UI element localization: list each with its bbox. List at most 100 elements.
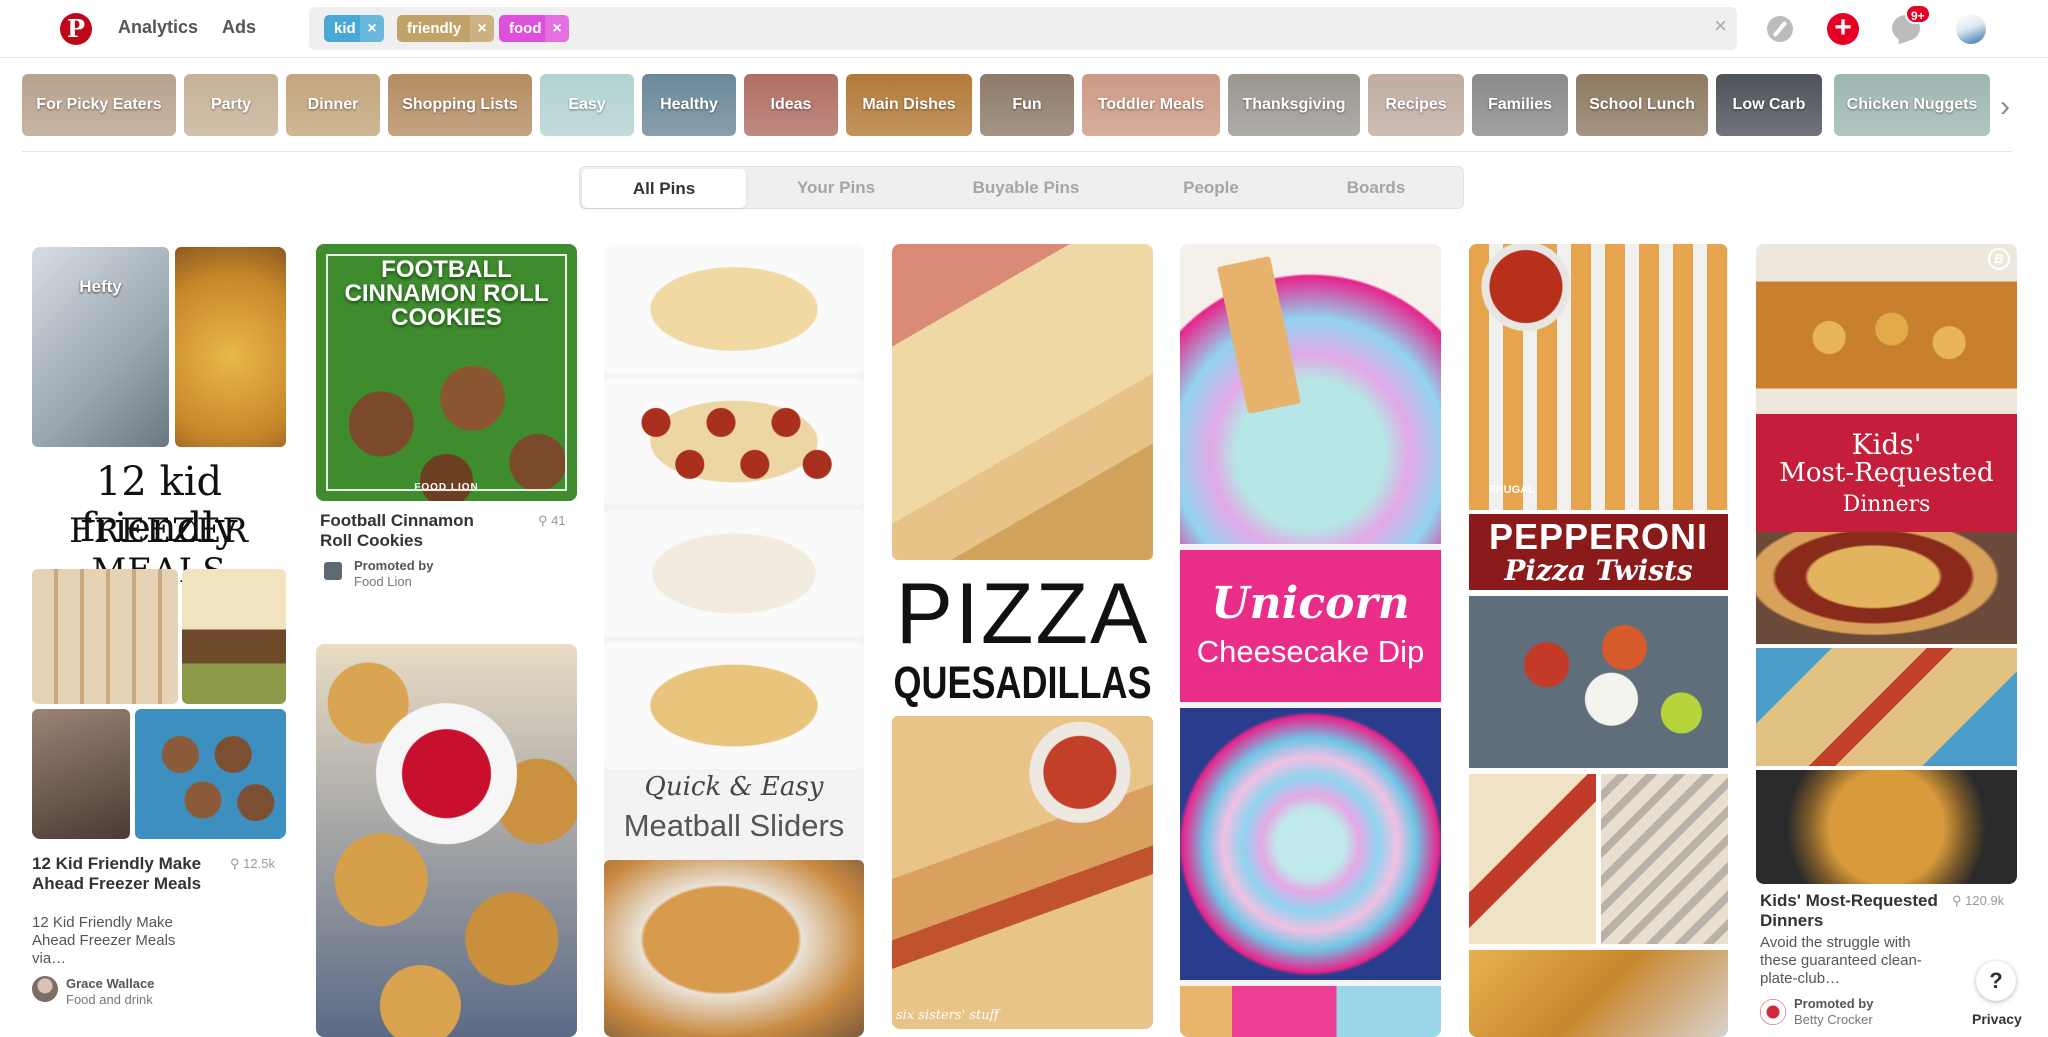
ads-link[interactable]: Ads <box>222 17 256 38</box>
guide-low-carb[interactable]: Low Carb <box>1716 74 1822 136</box>
guide-strip: For Picky Eaters Party Dinner Shopping List… <box>0 74 2048 138</box>
pin-title: Football Cinnamon Roll Cookies <box>320 511 474 550</box>
pin-kids-dinners[interactable]: B Kids' Most-Requested Dinners Kids' Mos… <box>1756 244 2017 1037</box>
clear-search-icon[interactable]: × <box>1714 13 1727 39</box>
search-chip-label: food <box>509 20 542 37</box>
tab-buyable-pins[interactable]: Buyable Pins <box>926 167 1126 208</box>
baked-twists-photo <box>1469 950 1728 1037</box>
baked-sliders-photo <box>604 642 864 769</box>
cheese-photo <box>604 510 864 637</box>
pin-title: Kids' Most-Requested Dinners <box>1760 891 1938 930</box>
pinner-board[interactable]: Food and drink <box>66 992 153 1007</box>
bag-label: Hefty <box>79 277 122 296</box>
guide-party[interactable]: Party <box>184 74 278 136</box>
pin-overlay-subtitle: QUESADILLAS <box>893 656 1152 708</box>
unicorn-dip-photo <box>1180 244 1441 544</box>
taquitos-photo <box>32 569 178 704</box>
pin-title: 12 Kid Friendly Make Ahead Freezer Meals <box>32 854 202 893</box>
pin-overlay-title: PEPPERONI <box>1488 516 1709 557</box>
rolls-photo <box>604 244 864 374</box>
search-input[interactable] <box>584 15 1684 42</box>
pin-image[interactable]: Hefty 12 kid friendly FREEZER MEALS <box>32 247 286 839</box>
pin-description: 12 Kid Friendly Make Ahead Freezer Meals… <box>32 914 176 967</box>
avatar[interactable] <box>32 976 58 1002</box>
pinner-name[interactable]: Grace Wallace <box>66 976 154 991</box>
pin-freezer-meals[interactable]: Hefty 12 kid friendly FREEZER MEALS 12 K… <box>32 247 286 1007</box>
guide-shopping-lists[interactable]: Shopping Lists <box>388 74 532 136</box>
pin-overlay-title: PIZZA <box>895 566 1150 662</box>
guide-fun[interactable]: Fun <box>980 74 1074 136</box>
guide-ideas[interactable]: Ideas <box>744 74 838 136</box>
pin-image <box>316 644 577 1037</box>
remove-chip-icon[interactable]: × <box>545 15 569 42</box>
pot-pie-photo <box>1756 532 2017 644</box>
pin-unicorn-dip[interactable]: Unicorn Cheesecake Dip <box>1180 244 1441 1037</box>
promoter-name[interactable]: Betty Crocker <box>1794 1012 1873 1027</box>
ingredients-photo <box>1469 596 1728 768</box>
guide-families[interactable]: Families <box>1472 74 1568 136</box>
pin-overlay-subtitle: Pizza Twists <box>1504 554 1693 587</box>
tab-boards[interactable]: Boards <box>1296 167 1456 208</box>
pasta-bowl-photo <box>1756 770 2017 884</box>
promoted-label: Promoted by <box>1794 996 1874 1011</box>
pin-overlay-title: FOOTBALL CINNAMON ROLL COOKIES <box>344 256 549 331</box>
guide-for-picky-eaters[interactable]: For Picky Eaters <box>22 74 176 136</box>
title-panel: PEPPERONI Pizza Twists <box>1469 514 1728 590</box>
pin-image[interactable]: FOOTBALL CINNAMON ROLL COOKIES FOOD LION <box>316 244 577 501</box>
pin-pizza-quesadillas[interactable]: PIZZA QUESADILLAS six sisters' stuff <box>892 244 1153 1029</box>
search-chip-food[interactable]: food × <box>499 15 569 42</box>
freezer-bags-photo: Hefty <box>32 247 169 447</box>
quesadilla-slices-photo <box>892 716 1153 1029</box>
guide-chicken-nuggets[interactable]: Chicken Nuggets <box>1834 74 1990 136</box>
search-bar[interactable]: kid × friendly × food × × <box>309 7 1737 50</box>
mac-and-cheese-photo <box>175 247 286 447</box>
pin-pepperoni-twists[interactable]: FRUGAL PEPPERONI Pizza Twists <box>1469 244 1728 1037</box>
pin-football-cookies[interactable]: FOOTBALL CINNAMON ROLL COOKIES FOOD LION… <box>316 244 577 594</box>
guide-toddler-meals[interactable]: Toddler Meals <box>1082 74 1220 136</box>
pin-meatball-sliders[interactable]: Quick & Easy Meatball Sliders <box>604 244 864 1037</box>
compass-icon[interactable] <box>1767 16 1793 42</box>
unicorn-swirl-photo <box>1180 708 1441 980</box>
search-chip-kid[interactable]: kid × <box>324 15 384 42</box>
help-button[interactable]: ? <box>1976 961 2016 1001</box>
analytics-link[interactable]: Analytics <box>118 17 198 38</box>
guide-recipes[interactable]: Recipes <box>1368 74 1464 136</box>
graham-cracker <box>1216 256 1302 414</box>
guide-easy[interactable]: Easy <box>540 74 634 136</box>
search-chip-friendly[interactable]: friendly × <box>397 15 494 42</box>
twisted-dough-photo <box>1601 774 1728 944</box>
guide-dinner[interactable]: Dinner <box>286 74 380 136</box>
remove-chip-icon[interactable]: × <box>470 15 494 42</box>
pin-overlay-title: Quick & Easy <box>644 772 824 802</box>
pin-icon: ⚲ <box>230 856 244 871</box>
tab-all-pins[interactable]: All Pins <box>582 169 746 208</box>
promoter-logo-icon <box>1760 999 1786 1025</box>
pin-save-count: ⚲ 12.5k <box>230 856 275 871</box>
privacy-link[interactable]: Privacy <box>1972 1011 2022 1027</box>
avatar[interactable] <box>1956 14 1986 44</box>
pin-chicken-nuggets[interactable] <box>316 644 577 1037</box>
unicorn-bottom-photo <box>1180 986 1441 1037</box>
guide-thanksgiving[interactable]: Thanksgiving <box>1228 74 1360 136</box>
remove-chip-icon[interactable]: × <box>360 15 384 42</box>
pin-overlay-title: Kids' <box>1851 428 1922 461</box>
tab-your-pins[interactable]: Your Pins <box>756 167 916 208</box>
pin-image: Quick & Easy Meatball Sliders <box>604 244 864 1037</box>
pin-overlay-subtitle: Meatball Sliders <box>623 808 845 843</box>
watermark: six sisters' stuff <box>896 1008 999 1023</box>
top-bar: P Analytics Ads kid × friendly × food × … <box>0 0 2048 58</box>
divider <box>22 151 2012 152</box>
guide-healthy[interactable]: Healthy <box>642 74 736 136</box>
pinterest-logo-icon[interactable]: P <box>60 13 92 45</box>
pin-overlay-caption: Dinners <box>1842 492 1931 517</box>
plus-icon[interactable]: + <box>1827 13 1859 45</box>
tab-people[interactable]: People <box>1136 167 1286 208</box>
guide-school-lunch[interactable]: School Lunch <box>1576 74 1708 136</box>
promoter-name[interactable]: Food Lion <box>354 574 412 589</box>
guide-main-dishes[interactable]: Main Dishes <box>846 74 972 136</box>
chevron-right-icon[interactable]: › <box>2000 92 2010 122</box>
shepherds-pie-photo <box>182 569 286 704</box>
notification-badge: 9+ <box>1905 4 1931 24</box>
pin-save-count: ⚲ 41 <box>538 513 566 528</box>
pin-image: FRUGAL PEPPERONI Pizza Twists <box>1469 244 1728 1037</box>
